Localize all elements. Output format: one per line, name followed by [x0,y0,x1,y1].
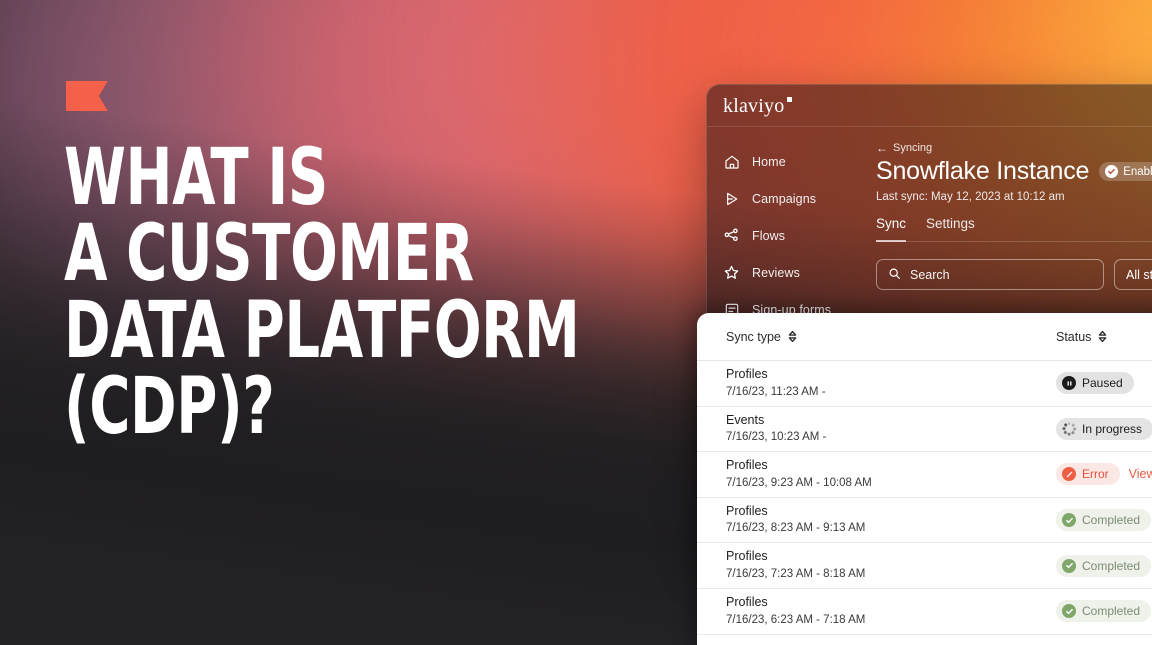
breadcrumb[interactable]: ← Syncing [876,142,1152,154]
row-type-label: Profiles [726,503,768,518]
sidebar-item-home[interactable]: Home [707,143,862,180]
sidebar-item-label: Reviews [752,265,800,280]
cell-sync-type: Profiles 7/16/23, 7:23 AM - 8:18 AM [726,549,1056,581]
cell-sync-type: Events 7/16/23, 10:23 AM - [726,413,1056,445]
cell-status: Completed [1056,600,1152,623]
pause-icon [1062,376,1076,391]
cell-status: In progress [1056,417,1152,440]
sync-history-table: Sync type Status Profiles 7/16/23, 11:23… [697,313,1152,645]
row-type-label: Profiles [726,549,768,564]
table-row[interactable]: Profiles 7/16/23, 11:23 AM - Paused [697,361,1152,407]
slide-canvas: WHAT IS A CUSTOMER DATA PLATFORM (CDP)? … [0,0,1152,645]
sidebar-item-flows[interactable]: Flows [707,217,862,254]
sidebar-item-campaigns[interactable]: Campaigns [707,180,862,217]
filter-row: Search All sta [876,259,1152,290]
status-badge: Completed [1056,509,1152,532]
home-icon [723,153,740,170]
sidebar-item-reviews[interactable]: Reviews [707,254,862,291]
tab-settings[interactable]: Settings [926,216,975,242]
column-header-status[interactable]: Status [1056,330,1152,344]
cell-status: Error View [1056,463,1152,486]
status-badge-enabled: Enabled [1099,162,1152,181]
table-row[interactable]: Profiles 7/16/23, 7:23 AM - 8:18 AM Comp… [697,543,1152,589]
status-filter-select[interactable]: All sta [1114,259,1152,290]
row-type-label: Profiles [726,458,768,473]
status-label: In progress [1082,421,1143,436]
status-label: Completed [1082,513,1141,528]
row-type-label: Events [726,412,765,427]
cell-sync-type: Profiles 7/16/23, 11:23 AM - [726,367,1056,399]
star-icon [723,264,740,281]
cell-sync-type: Profiles 7/16/23, 6:23 AM - 7:18 AM [726,595,1056,627]
row-time-label: 7/16/23, 10:23 AM - [726,431,827,444]
view-error-link[interactable]: View [1129,467,1152,481]
sidebar-item-label: Flows [752,228,786,243]
row-time-label: 7/16/23, 6:23 AM - 7:18 AM [726,613,866,626]
status-badge: Completed [1056,554,1152,577]
cell-status: Paused [1056,372,1152,395]
cell-status: Completed [1056,554,1152,577]
app-topbar: klaviyo [707,85,1152,127]
column-header-label: Status [1056,329,1092,344]
check-circle-icon [1062,604,1076,619]
check-circle-icon [1062,558,1076,573]
headline-line-3: DATA PLATFORM [64,285,580,376]
tab-underline [876,241,1152,242]
arrow-left-icon: ← [876,141,888,155]
status-badge: Error [1056,463,1120,486]
status-label: Paused [1082,376,1123,391]
status-filter-label: All sta [1126,267,1152,282]
check-circle-icon [1105,165,1119,178]
breadcrumb-label: Syncing [893,142,933,154]
table-row[interactable]: Profiles 7/16/23, 9:23 AM - 10:08 AM Err… [697,452,1152,498]
sidebar-item-label: Home [752,154,786,169]
search-input[interactable]: Search [876,259,1104,290]
check-circle-icon [1062,513,1076,528]
status-label: Completed [1082,604,1141,619]
tab-bar: Sync Settings [876,216,1152,242]
table-row[interactable]: Events 7/16/23, 10:23 AM - In progress [697,407,1152,453]
spinner-icon [1062,422,1076,436]
headline-line-1: WHAT IS [64,133,328,223]
send-icon [723,190,740,207]
search-placeholder: Search [910,267,950,282]
cell-status: Completed [1056,509,1152,532]
flow-icon [723,227,740,244]
klaviyo-logo[interactable]: klaviyo [723,94,793,117]
column-header-sync-type[interactable]: Sync type [726,330,1056,344]
status-label: Error [1082,467,1109,482]
trademark-square-icon [787,96,793,102]
cell-sync-type: Profiles 7/16/23, 8:23 AM - 9:13 AM [726,504,1056,536]
error-icon [1062,467,1076,482]
headline-line-2: A CUSTOMER [64,209,474,300]
page-title: WHAT IS A CUSTOMER DATA PLATFORM (CDP)? [64,133,580,453]
status-badge: In progress [1056,417,1152,440]
sort-icon [787,330,798,343]
status-badge: Completed [1056,600,1152,623]
cell-sync-type: Profiles 7/16/23, 9:23 AM - 10:08 AM [726,458,1056,490]
row-type-label: Profiles [726,367,768,382]
column-header-label: Sync type [726,329,781,344]
status-badge: Paused [1056,372,1134,395]
row-time-label: 7/16/23, 8:23 AM - 9:13 AM [726,522,866,535]
table-row[interactable]: Profiles 7/16/23, 8:23 AM - 9:13 AM Comp… [697,498,1152,544]
row-time-label: 7/16/23, 7:23 AM - 8:18 AM [726,568,866,581]
status-label: Completed [1082,558,1141,573]
row-time-label: 7/16/23, 9:23 AM - 10:08 AM [726,476,872,489]
sidebar-item-label: Campaigns [752,191,817,206]
sort-icon [1097,330,1108,343]
page-header-row: Snowflake Instance Enabled [876,157,1152,186]
last-sync-text: Last sync: May 12, 2023 at 10:12 am [876,191,1065,203]
table-header-row: Sync type Status [697,313,1152,361]
headline-line-4: (CDP)? [64,362,275,453]
klaviyo-wordmark: klaviyo [723,94,785,117]
table-row[interactable]: Profiles 7/16/23, 6:23 AM - 7:18 AM Comp… [697,589,1152,635]
tab-sync[interactable]: Sync [876,216,907,242]
row-type-label: Profiles [726,595,768,610]
instance-title: Snowflake Instance [876,157,1090,185]
search-icon [888,267,901,283]
row-time-label: 7/16/23, 11:23 AM - [726,385,826,398]
status-badge-label: Enabled [1123,165,1152,178]
